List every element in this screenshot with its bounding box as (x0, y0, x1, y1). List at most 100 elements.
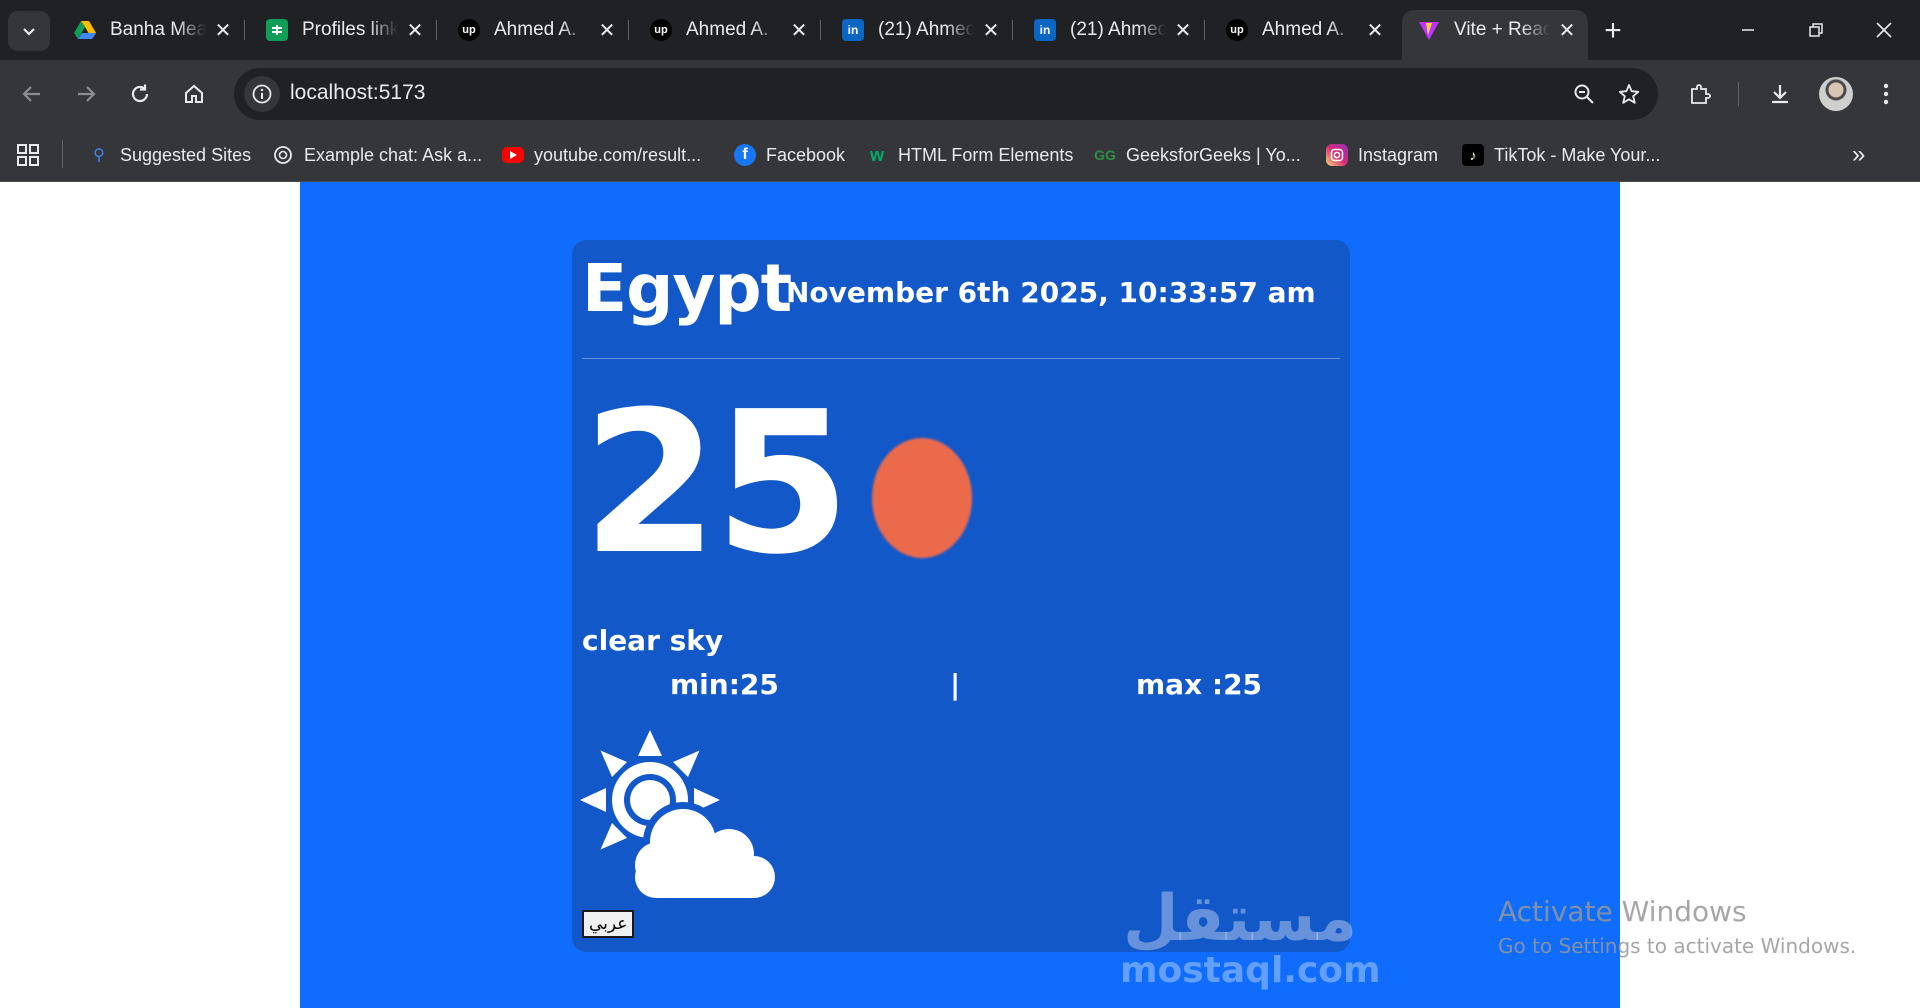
min-temperature: min:25 (670, 668, 779, 701)
bookmark-html-form-elements[interactable]: w HTML Form Elements (866, 140, 1073, 170)
zoom-out-icon (1574, 84, 1594, 104)
tab-7[interactable]: up Ahmed A. ✕ (1210, 10, 1396, 50)
tab-3[interactable]: up Ahmed A. ✕ (442, 10, 629, 50)
extensions-button[interactable] (1680, 74, 1720, 114)
home-icon (185, 84, 203, 103)
bookmark-instagram[interactable]: Instagram (1326, 140, 1438, 170)
tab-1[interactable]: Banha Meal ✕ (58, 10, 245, 50)
more-vertical-icon (1883, 83, 1889, 105)
menu-button[interactable] (1866, 74, 1906, 114)
watermark-latin: mostaql.com (1120, 950, 1381, 991)
close-icon[interactable]: ✕ (404, 19, 426, 42)
address-bar[interactable]: localhost:5173 (234, 68, 1658, 120)
bookmark-label: HTML Form Elements (898, 144, 1074, 165)
tab-separator (436, 20, 437, 40)
language-toggle-button[interactable]: عربي (582, 910, 635, 938)
activation-subtitle: Go to Settings to activate Windows. (1498, 934, 1857, 958)
bookmark-example-chat[interactable]: Example chat: Ask a... (272, 140, 482, 170)
minimize-button[interactable] (1714, 0, 1782, 60)
weather-description: clear sky (582, 624, 724, 657)
tab-separator (244, 20, 245, 40)
w3schools-icon: w (869, 144, 884, 165)
bookmark-youtube[interactable]: youtube.com/result... (502, 140, 701, 170)
arrow-left-icon (22, 86, 40, 102)
apps-button[interactable] (16, 140, 40, 170)
minmax-separator: | (950, 668, 961, 701)
linkedin-icon: in (842, 19, 864, 41)
tab-5[interactable]: in (21) Ahmed ✕ (826, 10, 1013, 50)
upwork-icon: up (1226, 19, 1248, 41)
card-divider (582, 358, 1340, 359)
site-info-button[interactable] (244, 76, 280, 112)
tab-6[interactable]: in (21) Ahmed ✕ (1018, 10, 1205, 50)
tab-title: Profiles links (302, 19, 398, 40)
facebook-icon: f (734, 144, 756, 166)
google-drive-icon (74, 19, 96, 41)
activation-title: Activate Windows (1498, 895, 1747, 928)
minimize-icon (1742, 29, 1754, 31)
bookmark-label: Facebook (766, 144, 846, 165)
more-bookmarks-button[interactable]: » (1852, 140, 1865, 170)
google-sheets-icon (266, 19, 288, 41)
arrow-right-icon (78, 86, 96, 102)
tab-title: Vite + React (1454, 19, 1550, 40)
youtube-icon (502, 147, 524, 163)
bookmark-geeksforgeeks[interactable]: GG GeeksforGeeks | Yo... (1094, 140, 1301, 170)
tab-strip: Banha Meal ✕ Profiles links ✕ up Ahmed A… (0, 0, 1920, 60)
geeksforgeeks-icon: GG (1094, 147, 1116, 163)
tab-title: (21) Ahmed (1070, 19, 1166, 40)
back-button[interactable] (12, 74, 52, 114)
bookmark-label: Instagram (1358, 144, 1439, 165)
temperature-value: 25 (582, 370, 851, 598)
chevron-down-icon (23, 28, 35, 36)
close-icon[interactable]: ✕ (1172, 19, 1194, 42)
bookmark-label: Example chat: Ask a... (304, 144, 483, 165)
close-icon[interactable]: ✕ (788, 19, 810, 42)
new-tab-button[interactable]: + (1596, 14, 1630, 48)
close-window-button[interactable] (1850, 0, 1918, 60)
info-icon (252, 84, 272, 104)
forward-button[interactable] (66, 74, 106, 114)
page-viewport: Egypt November 6th 2025, 10:33:57 am 25 … (0, 182, 1920, 1008)
mostaql-watermark: مستقل mostaql.com (1120, 882, 1381, 991)
tab-separator (820, 20, 821, 40)
bookmark-suggested-sites[interactable]: ⚲ Suggested Sites (88, 140, 251, 170)
toolbar-divider (1738, 82, 1739, 106)
tab-title: Banha Meal (110, 19, 206, 40)
close-icon[interactable]: ✕ (980, 19, 1002, 42)
profile-avatar[interactable] (1819, 77, 1853, 111)
star-icon (1618, 84, 1640, 104)
bookmark-facebook[interactable]: f Facebook (734, 140, 845, 170)
close-icon[interactable]: ✕ (212, 19, 234, 42)
vite-icon (1418, 19, 1440, 41)
upwork-icon: up (458, 19, 480, 41)
restore-button[interactable] (1782, 0, 1850, 60)
tab-8-active[interactable]: Vite + React ✕ (1402, 10, 1588, 60)
close-icon[interactable]: ✕ (1556, 19, 1578, 42)
tab-title: (21) Ahmed (878, 19, 974, 40)
weather-card: Egypt November 6th 2025, 10:33:57 am 25 … (572, 240, 1350, 952)
bookmark-tiktok[interactable]: ♪ TikTok - Make Your... (1462, 140, 1660, 170)
reload-button[interactable] (120, 74, 160, 114)
linkedin-icon: in (1034, 19, 1056, 41)
tab-title: Ahmed A. (494, 19, 577, 40)
tab-separator (1204, 20, 1205, 40)
watermark-arabic: مستقل (1122, 882, 1358, 956)
tab-4[interactable]: up Ahmed A. ✕ (634, 10, 821, 50)
bookmarks-bar: ⚲ Suggested Sites Example chat: Ask a...… (0, 128, 1920, 182)
bookmark-star-button[interactable] (1609, 74, 1649, 114)
tab-search-button[interactable] (8, 11, 50, 51)
restore-icon (1809, 23, 1823, 37)
zoom-button[interactable] (1564, 74, 1604, 114)
close-icon[interactable]: ✕ (596, 19, 618, 42)
partly-cloudy-icon (580, 730, 780, 905)
url-text[interactable]: localhost:5173 (290, 81, 425, 105)
bookmark-label: TikTok - Make Your... (1494, 144, 1661, 165)
downloads-button[interactable] (1760, 74, 1800, 114)
home-button[interactable] (174, 74, 214, 114)
browser-toolbar: localhost:5173 (0, 60, 1920, 128)
tab-2[interactable]: Profiles links ✕ (250, 10, 437, 50)
close-icon[interactable]: ✕ (1364, 19, 1386, 42)
bookmarks-divider (62, 140, 63, 168)
puzzle-icon (1691, 84, 1711, 104)
